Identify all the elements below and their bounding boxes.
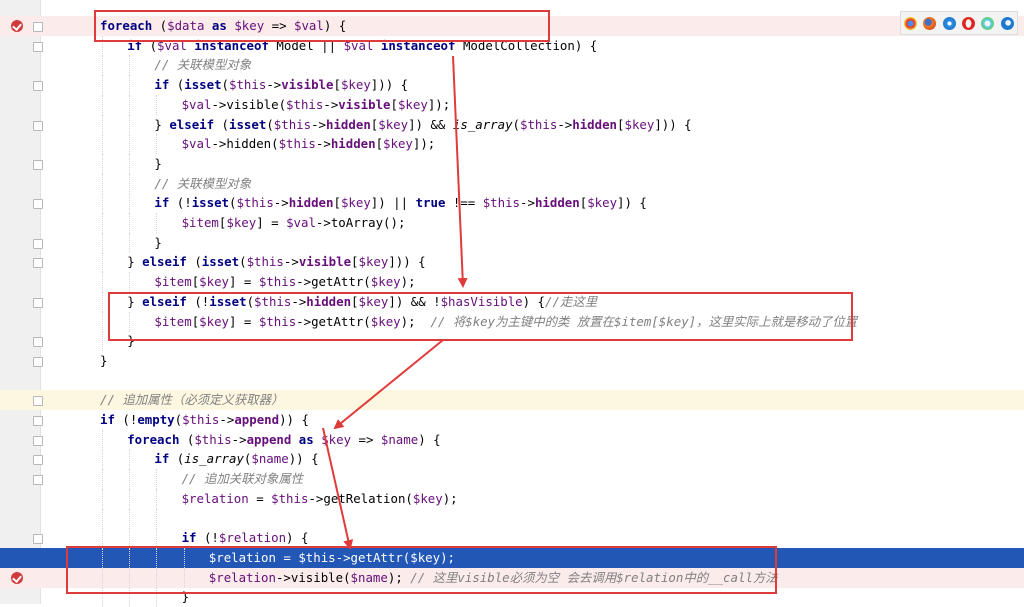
fold-marker-icon[interactable] xyxy=(33,435,43,446)
fold-marker-icon[interactable] xyxy=(33,356,43,367)
arrow-foreach-to-elseif xyxy=(452,55,468,288)
highlight-box-foreach xyxy=(94,10,550,42)
fold-marker-icon[interactable] xyxy=(33,120,43,131)
highlight-box-relation xyxy=(66,546,777,594)
highlight-box-elseif xyxy=(108,292,853,341)
fold-marker-icon[interactable] xyxy=(33,22,43,32)
fold-marker-icon[interactable] xyxy=(33,159,43,170)
fold-marker-icon[interactable] xyxy=(33,81,43,92)
fold-marker-icon[interactable] xyxy=(33,297,43,308)
arrow-append-to-relation xyxy=(322,427,354,550)
fold-marker-icon[interactable] xyxy=(33,337,43,348)
fold-marker-icon[interactable] xyxy=(33,199,43,210)
fold-marker-icon[interactable] xyxy=(33,455,43,466)
fold-marker-icon[interactable] xyxy=(33,41,43,52)
arrow-elseif-to-append xyxy=(333,339,444,430)
breakpoint-icon[interactable] xyxy=(11,20,23,32)
fold-marker-icon[interactable] xyxy=(33,534,43,545)
fold-marker-icon[interactable] xyxy=(33,475,43,486)
fold-marker-icon[interactable] xyxy=(33,258,43,269)
breakpoint-icon[interactable] xyxy=(11,571,23,584)
fold-marker-icon[interactable] xyxy=(33,416,43,426)
fold-marker-icon[interactable] xyxy=(33,238,43,249)
fold-marker-icon[interactable] xyxy=(33,396,43,407)
